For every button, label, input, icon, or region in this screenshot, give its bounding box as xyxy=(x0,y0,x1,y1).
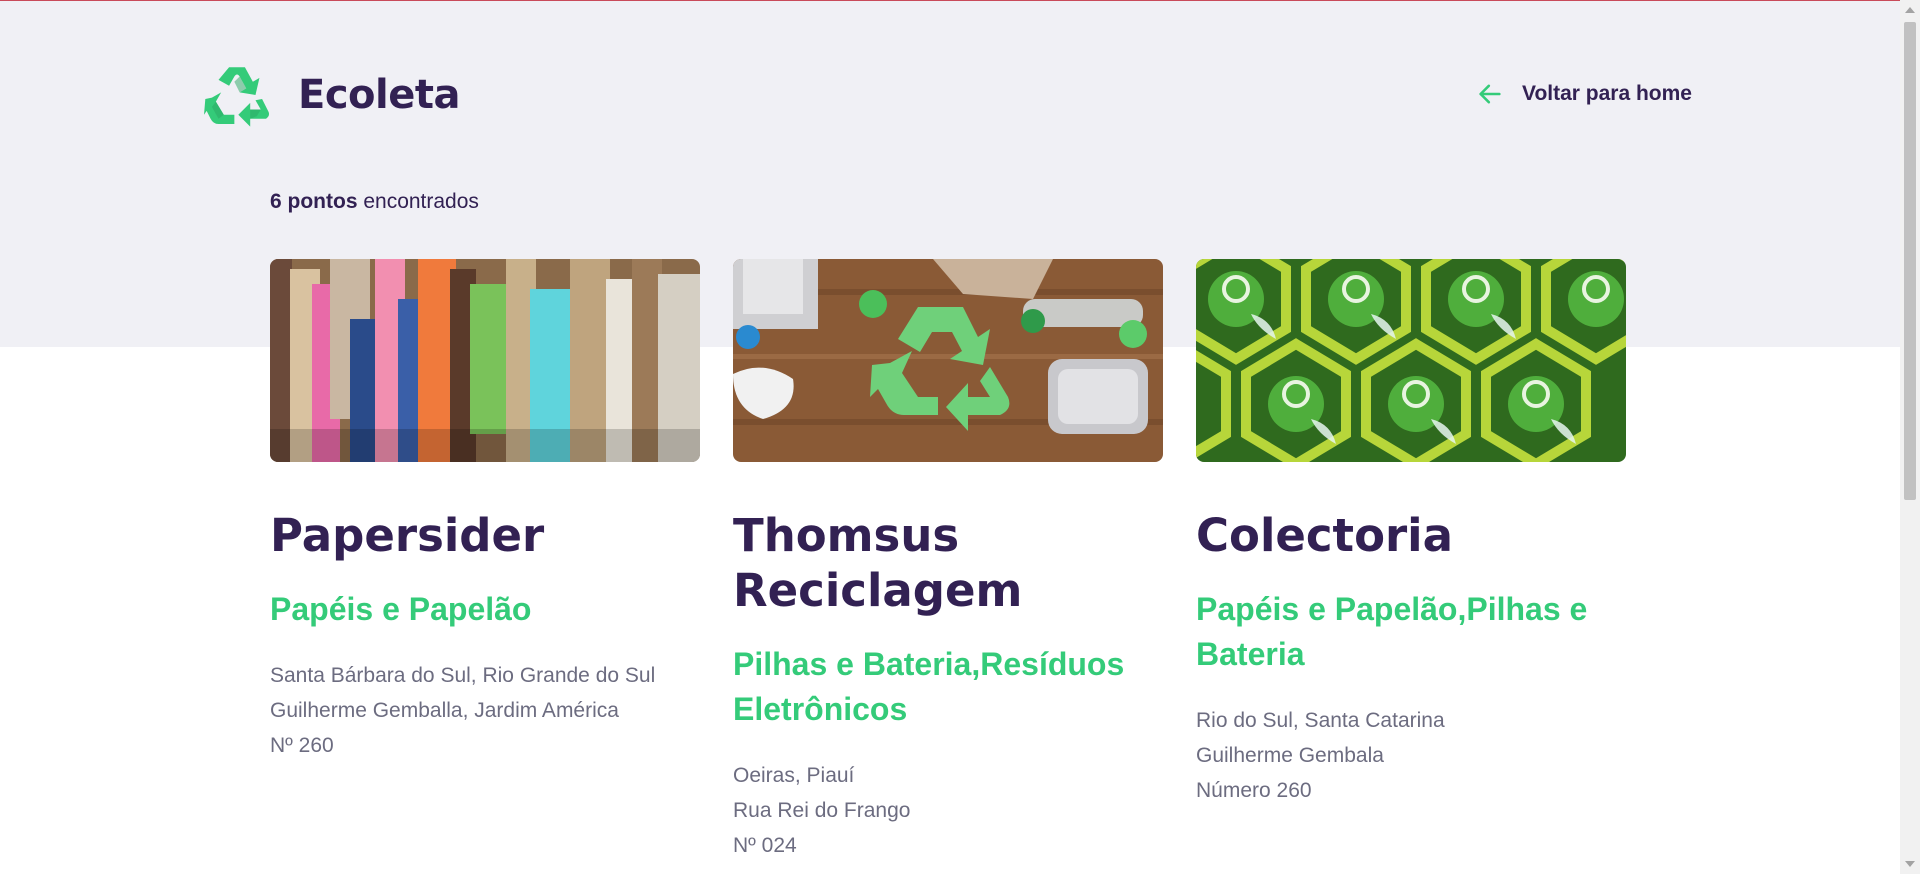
vertical-scrollbar[interactable] xyxy=(1900,0,1920,874)
point-name: Thomsus Reciclagem xyxy=(733,509,1023,617)
address-number: Nº 024 xyxy=(733,834,797,857)
results-count-suffix: encontrados xyxy=(357,190,479,213)
address-street: Guilherme Gembala xyxy=(1196,744,1384,767)
address-street: Guilherme Gemballa, Jardim América xyxy=(270,699,619,722)
point-name: Colectoria xyxy=(1196,509,1453,562)
scroll-up-arrow-icon[interactable] xyxy=(1905,7,1915,13)
app-name: Ecoleta xyxy=(298,72,460,118)
point-card[interactable]: Colectoria Papéis e Papelão,Pilhas e Bat… xyxy=(1196,259,1626,863)
point-name: Papersider xyxy=(270,509,545,562)
address-city: Santa Bárbara do Sul, Rio Grande do Sul xyxy=(270,664,656,687)
green-glass-bottles-image xyxy=(1196,259,1626,462)
address-city: Oeiras, Piauí xyxy=(733,764,855,787)
back-home-link[interactable]: Voltar para home xyxy=(1476,80,1692,108)
address-number: Nº 260 xyxy=(270,734,334,757)
results-count: 6 pontos encontrados xyxy=(270,190,479,214)
paper-cardboard-bales-image xyxy=(270,259,700,462)
address-street: Rua Rei do Frango xyxy=(733,799,911,822)
results-count-number: 6 pontos xyxy=(270,190,358,213)
address-city: Rio do Sul, Santa Catarina xyxy=(1196,709,1445,732)
logo[interactable]: Ecoleta xyxy=(204,62,460,128)
arrow-left-icon xyxy=(1479,84,1501,104)
point-address: Oeiras, Piauí Rua Rei do Frango Nº 024 xyxy=(733,758,1163,863)
scrollbar-thumb[interactable] xyxy=(1904,22,1916,500)
point-card[interactable]: Papersider Papéis e Papelão Santa Bárbar… xyxy=(270,259,700,863)
recycling-symbol-on-wood-image xyxy=(733,259,1163,462)
point-address: Santa Bárbara do Sul, Rio Grande do Sul … xyxy=(270,658,700,763)
address-number: Número 260 xyxy=(1196,779,1312,802)
point-items: Papéis e Papelão,Pilhas e Bateria xyxy=(1196,591,1588,672)
recycle-icon xyxy=(204,67,270,127)
point-card[interactable]: Thomsus Reciclagem Pilhas e Bateria,Resí… xyxy=(733,259,1163,863)
viewport: Ecoleta Voltar para home 6 pontos encont… xyxy=(0,0,1900,874)
point-address: Rio do Sul, Santa Catarina Guilherme Gem… xyxy=(1196,703,1626,808)
point-items: Pilhas e Bateria,Resíduos Eletrônicos xyxy=(733,646,1125,727)
back-home-label: Voltar para home xyxy=(1522,82,1692,105)
scroll-down-arrow-icon[interactable] xyxy=(1905,861,1915,867)
point-items: Papéis e Papelão xyxy=(270,591,532,627)
page-header: Ecoleta Voltar para home xyxy=(204,62,1692,128)
points-list: Papersider Papéis e Papelão Santa Bárbar… xyxy=(270,259,1659,863)
